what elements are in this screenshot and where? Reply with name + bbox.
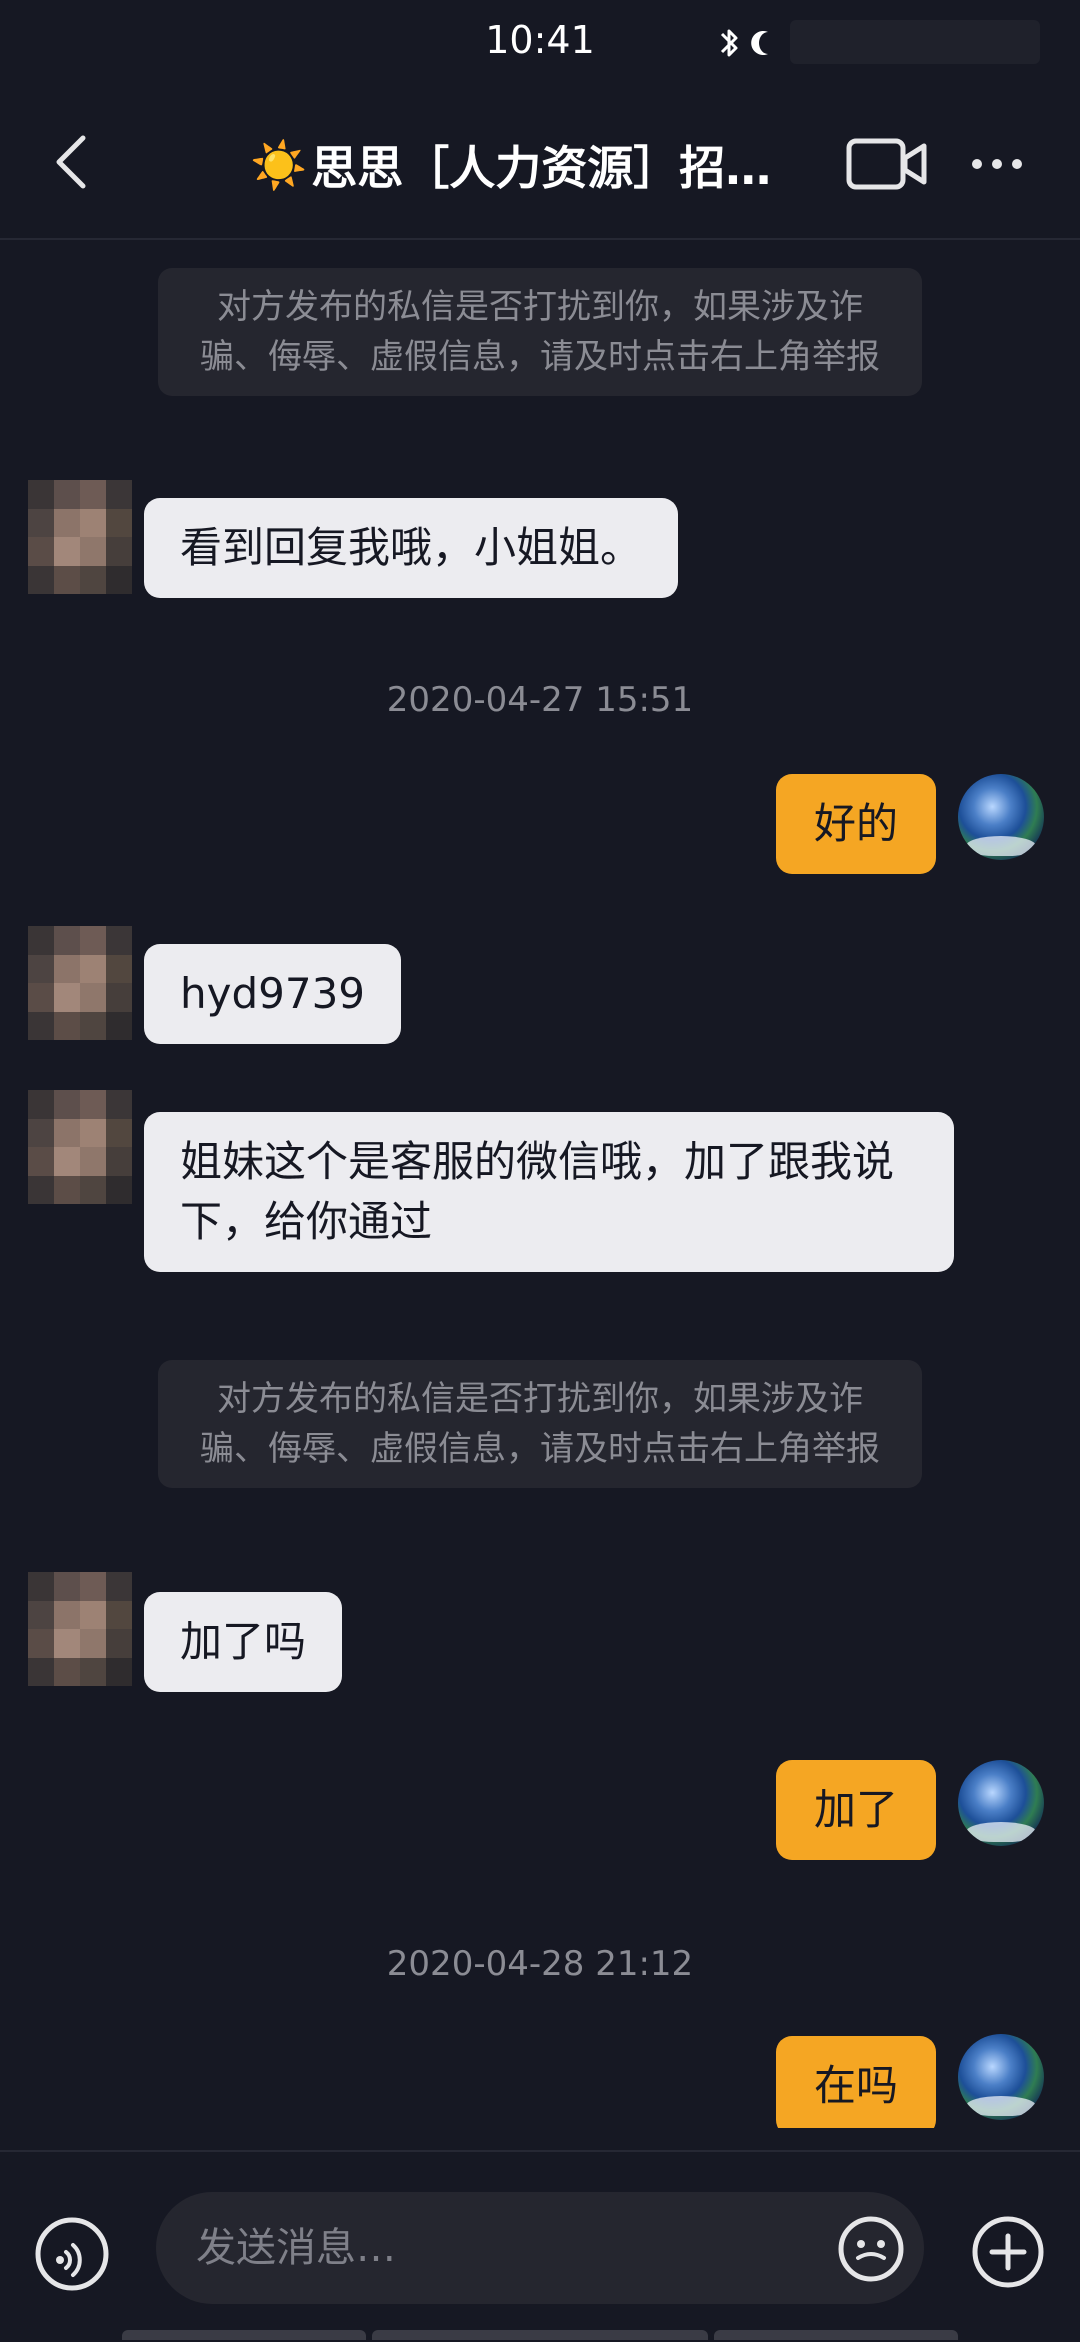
message-input-bar <box>0 2150 1080 2342</box>
chat-messages[interactable]: 对方发布的私信是否打扰到你，如果涉及诈骗、侮辱、虚假信息，请及时点击右上角举报 … <box>0 240 1080 2128</box>
plus-button[interactable] <box>970 2214 1046 2290</box>
more-dot <box>972 159 982 169</box>
outgoing-message[interactable]: 加了 <box>775 1760 936 1860</box>
chevron-left-icon <box>56 135 86 189</box>
incoming-message[interactable]: 姐妹这个是客服的微信哦，加了跟我说下，给你通过 <box>144 1112 954 1272</box>
message-input[interactable] <box>156 2192 924 2304</box>
keyboard-peek <box>714 2330 958 2340</box>
incoming-message[interactable]: 看到回复我哦，小姐姐。 <box>144 498 679 598</box>
contact-avatar[interactable] <box>28 480 132 594</box>
more-dot <box>1012 159 1022 169</box>
chat-title[interactable]: ☀️ 思思［人力资源］招… <box>250 130 840 200</box>
voice-icon <box>35 2217 109 2291</box>
emoji-button[interactable] <box>836 2214 906 2284</box>
report-notice: 对方发布的私信是否打扰到你，如果涉及诈骗、侮辱、虚假信息，请及时点击右上角举报 <box>158 1360 922 1488</box>
video-call-button[interactable] <box>846 136 928 192</box>
video-camera-icon <box>846 138 927 190</box>
my-avatar[interactable] <box>958 1760 1044 1846</box>
message-timestamp: 2020-04-28 21:12 <box>386 1944 694 1984</box>
report-notice: 对方发布的私信是否打扰到你，如果涉及诈骗、侮辱、虚假信息，请及时点击右上角举报 <box>158 268 922 396</box>
chat-header: ☀️ 思思［人力资源］招… <box>0 90 1080 240</box>
chat-title-text: 思思［人力资源］招… <box>311 141 772 195</box>
message-timestamp: 2020-04-27 15:51 <box>386 680 694 720</box>
keyboard-peek <box>122 2330 366 2340</box>
keyboard-peek <box>372 2330 708 2340</box>
voice-button[interactable] <box>32 2214 112 2294</box>
more-dot <box>992 159 1002 169</box>
emoji-icon <box>838 2216 904 2282</box>
back-button[interactable] <box>36 122 106 202</box>
status-blurred-area <box>790 20 1040 64</box>
outgoing-message[interactable]: 在吗 <box>775 2036 936 2128</box>
bluetooth-icon <box>720 29 738 57</box>
contact-avatar[interactable] <box>28 1572 132 1686</box>
sun-emoji: ☀️ <box>250 138 308 192</box>
more-button[interactable] <box>962 142 1032 186</box>
incoming-message[interactable]: 加了吗 <box>144 1592 343 1692</box>
contact-avatar[interactable] <box>28 1090 132 1204</box>
outgoing-message[interactable]: 好的 <box>775 774 936 874</box>
status-icons <box>718 22 778 64</box>
plus-icon <box>972 2216 1044 2288</box>
contact-avatar[interactable] <box>28 926 132 1040</box>
my-avatar[interactable] <box>958 2034 1044 2120</box>
incoming-message[interactable]: hyd9739 <box>144 944 402 1044</box>
my-avatar[interactable] <box>958 774 1044 860</box>
status-bar: 10:41 <box>0 0 1080 90</box>
moon-icon <box>751 31 768 56</box>
